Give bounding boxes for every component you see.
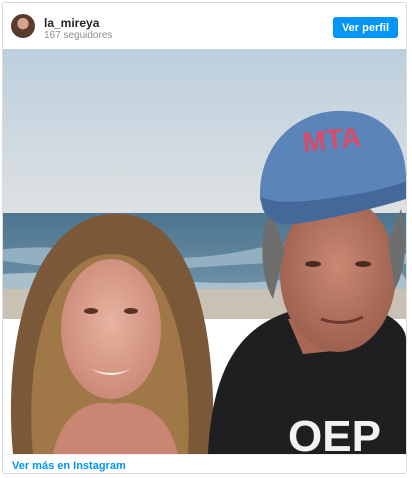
instagram-embed-card: la_mireya 167 seguidores Ver perfil OEP … (2, 2, 407, 474)
svg-text:OEP: OEP (288, 412, 381, 454)
post-photo[interactable]: OEP MTA (3, 49, 406, 454)
cap-text: MTA (301, 121, 362, 158)
username[interactable]: la_mireya (44, 16, 99, 30)
follower-count: 167 seguidores (44, 30, 113, 41)
post-header: la_mireya 167 seguidores Ver perfil (3, 3, 406, 49)
selfie-image: OEP MTA (3, 49, 406, 454)
view-more-instagram-link[interactable]: Ver más en Instagram (12, 460, 126, 472)
view-profile-button[interactable]: Ver perfil (333, 17, 398, 38)
avatar[interactable] (11, 14, 35, 38)
post-footer: Ver más en Instagram (3, 454, 406, 473)
